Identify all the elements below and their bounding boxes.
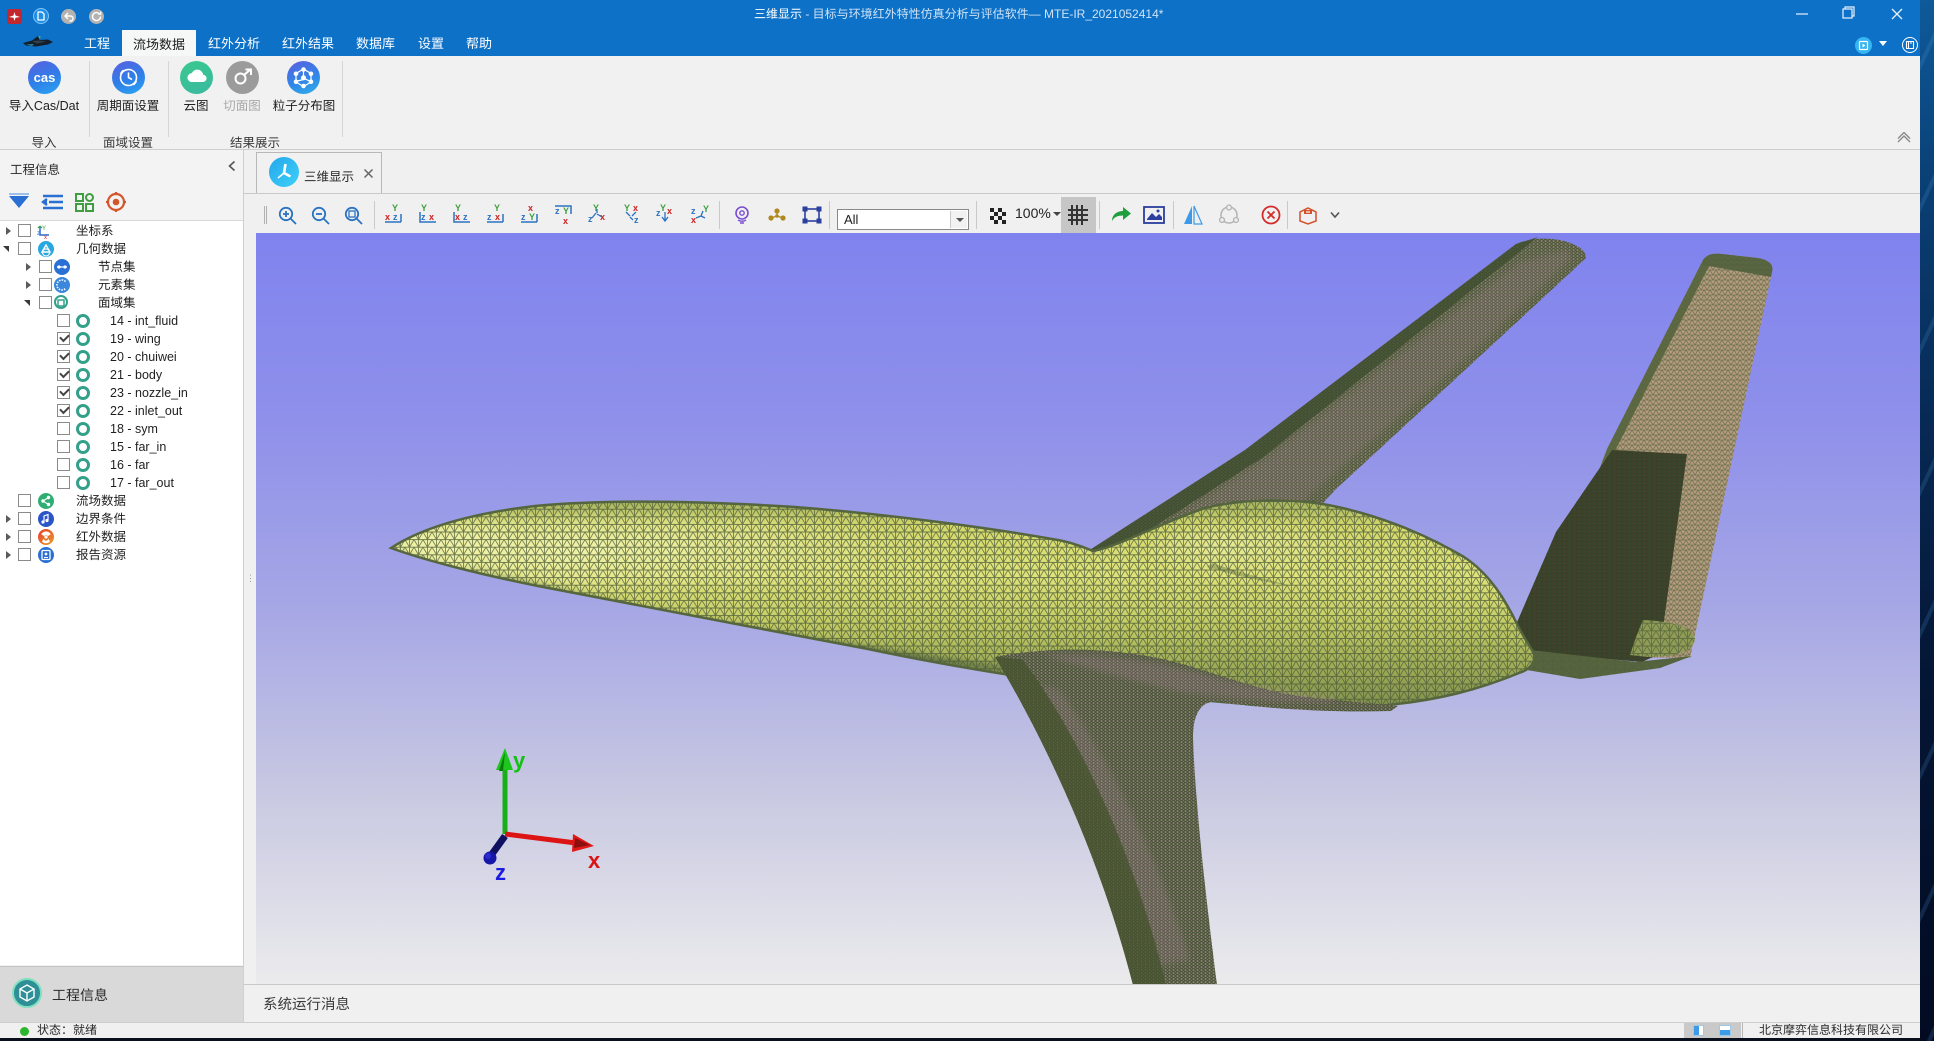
svg-text:x: x [429,212,434,222]
svg-text:z: z [588,214,593,224]
svg-text:z: z [656,208,661,218]
svg-text:z: z [421,212,426,222]
svg-text:Y: Y [421,204,427,213]
svg-text:Y: Y [494,204,500,213]
svg-text:x: x [528,204,533,213]
svg-text:Y: Y [392,204,398,213]
svg-text:z: z [463,212,468,222]
svg-text:z: z [555,206,560,216]
svg-text:Y: Y [624,204,630,213]
svg-text:x: x [563,216,568,226]
svg-text:x: x [691,215,696,225]
svg-text:z: z [521,212,526,222]
svg-text:z: z [37,231,40,237]
svg-text:Y: Y [563,206,569,216]
svg-text:Y: Y [42,226,46,232]
svg-text:Y: Y [529,212,535,222]
svg-text:Y: Y [703,204,709,214]
svg-text:z: z [487,212,492,222]
svg-text:Y: Y [455,204,461,213]
svg-text:z: z [634,215,639,225]
svg-text:x: x [455,212,460,222]
svg-text:z: z [393,212,398,222]
svg-text:x: x [667,206,672,216]
svg-text:x: x [44,235,47,239]
svg-text:y: y [513,748,526,773]
svg-text:Y: Y [660,204,666,213]
svg-text:z: z [495,860,506,885]
svg-text:x: x [385,212,390,222]
svg-text:x: x [588,848,601,873]
svg-text:Y: Y [593,204,599,213]
svg-text:x: x [495,212,500,222]
